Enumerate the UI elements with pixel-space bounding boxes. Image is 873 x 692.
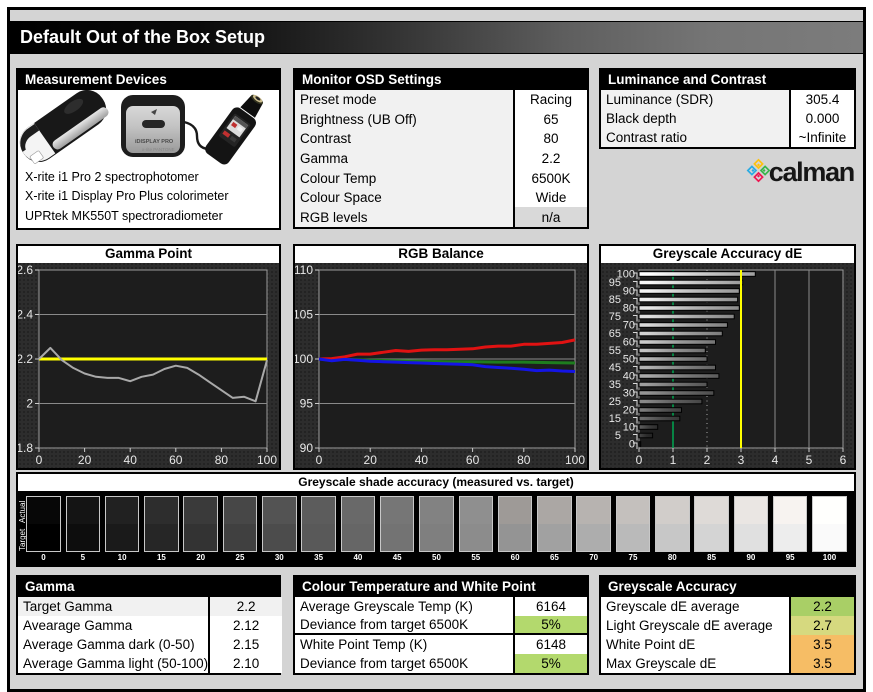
svg-text:30: 30 — [623, 388, 635, 400]
svg-text:55: 55 — [609, 345, 621, 357]
svg-text:95: 95 — [300, 397, 314, 411]
svg-text:105: 105 — [295, 308, 313, 322]
svg-text:95: 95 — [609, 277, 621, 289]
svg-text:40: 40 — [415, 453, 429, 467]
svg-text:75: 75 — [609, 311, 621, 323]
svg-text:80: 80 — [623, 303, 635, 315]
svg-text:0: 0 — [629, 439, 635, 451]
svg-text:20: 20 — [364, 453, 378, 467]
svg-text:2.2: 2.2 — [18, 352, 33, 366]
svg-text:0: 0 — [316, 453, 323, 467]
svg-text:70: 70 — [623, 320, 635, 332]
svg-text:100: 100 — [565, 453, 585, 467]
svg-text:15: 15 — [609, 413, 621, 425]
svg-text:60: 60 — [623, 337, 635, 349]
svg-text:85: 85 — [609, 294, 621, 306]
svg-text:6: 6 — [840, 453, 847, 467]
svg-text:35: 35 — [609, 379, 621, 391]
svg-text:110: 110 — [295, 263, 313, 277]
svg-text:2.6: 2.6 — [18, 263, 33, 277]
svg-text:65: 65 — [609, 328, 621, 340]
svg-text:iDISPLAY PRO: iDISPLAY PRO — [135, 139, 174, 145]
svg-text:3: 3 — [738, 453, 745, 467]
svg-text:10: 10 — [623, 422, 635, 434]
svg-text:40: 40 — [623, 371, 635, 383]
svg-text:0: 0 — [636, 453, 643, 467]
svg-text:1.8: 1.8 — [18, 441, 33, 455]
svg-text:4: 4 — [772, 453, 779, 467]
svg-text:90: 90 — [300, 441, 314, 455]
svg-text:5: 5 — [615, 430, 621, 442]
svg-text:60: 60 — [466, 453, 480, 467]
svg-text:2: 2 — [26, 397, 33, 411]
svg-text:20: 20 — [623, 405, 635, 417]
svg-text:25: 25 — [609, 396, 621, 408]
svg-text:20: 20 — [78, 453, 92, 467]
svg-text:5: 5 — [806, 453, 813, 467]
svg-text:50: 50 — [623, 354, 635, 366]
svg-text:80: 80 — [215, 453, 229, 467]
svg-text:100: 100 — [295, 352, 313, 366]
svg-text:0: 0 — [36, 453, 43, 467]
svg-text:45: 45 — [609, 362, 621, 374]
svg-text:100: 100 — [257, 453, 277, 467]
svg-text:2: 2 — [704, 453, 711, 467]
svg-text:80: 80 — [517, 453, 531, 467]
svg-text:1: 1 — [670, 453, 677, 467]
svg-text:90: 90 — [623, 286, 635, 298]
svg-text:x-rite PANTONE: x-rite PANTONE — [142, 147, 175, 152]
svg-text:40: 40 — [124, 453, 138, 467]
svg-text:2.4: 2.4 — [18, 308, 33, 322]
svg-text:calman: calman — [769, 158, 854, 187]
svg-text:60: 60 — [169, 453, 183, 467]
